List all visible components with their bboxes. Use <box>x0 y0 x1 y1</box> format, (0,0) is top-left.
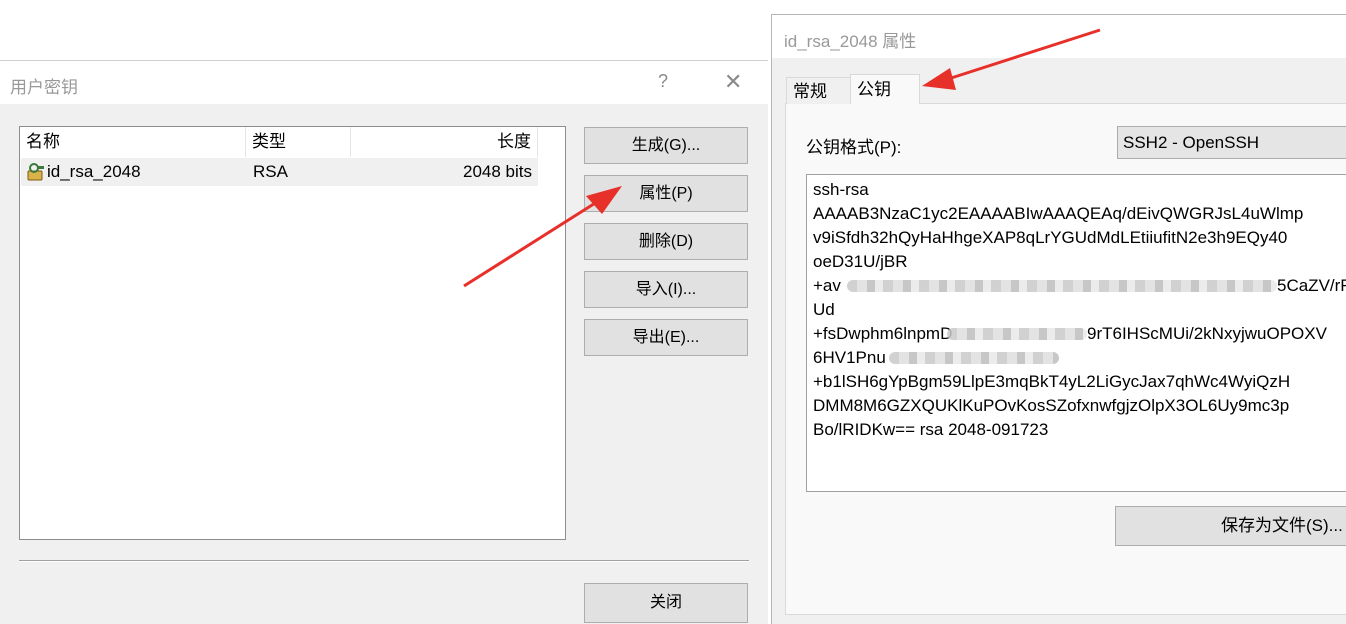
title-bar: id_rsa_2048 属性 <box>772 15 1346 58</box>
properties-button[interactable]: 属性(P) <box>584 175 748 212</box>
format-select[interactable]: SSH2 - OpenSSH <box>1117 126 1346 159</box>
close-button[interactable]: 关闭 <box>584 583 748 623</box>
tab-public-key[interactable]: 公钥 <box>850 74 920 104</box>
divider <box>19 560 749 562</box>
title-bar: 用户密钥 ? ✕ <box>0 61 768 104</box>
key-length: 2048 bits <box>463 162 532 181</box>
column-length[interactable]: 长度 <box>351 127 538 157</box>
dialog-title: 用户密钥 <box>10 78 78 97</box>
public-key-textarea[interactable]: ssh-rsa AAAAB3NzaC1yc2EAAAABIwAAAQEAq/dE… <box>806 174 1346 492</box>
generate-button[interactable]: 生成(G)... <box>584 127 748 164</box>
key-line: 6HV1Pnu <box>813 348 886 367</box>
delete-button[interactable]: 删除(D) <box>584 223 748 260</box>
tab-general[interactable]: 常规 <box>786 77 852 104</box>
user-keys-dialog: 用户密钥 ? ✕ 名称 类型 长度 id_rsa_2048 RSA 2048 b… <box>0 60 768 624</box>
help-button[interactable]: ? <box>658 71 668 92</box>
key-line: Bo/lRIDKw== rsa 2048-091723 <box>813 420 1049 439</box>
key-line: AAAAB3NzaC1yc2EAAAABIwAAAQEAq/dEivQWGRJs… <box>813 204 1304 223</box>
key-type: RSA <box>253 162 288 181</box>
key-line-tail: 9rT6IHScMUi/2kNxyjwuOPOXV <box>1087 324 1327 343</box>
column-name[interactable]: 名称 <box>20 127 246 157</box>
key-properties-dialog: id_rsa_2048 属性 常规 公钥 公钥格式(P): SSH2 - Ope… <box>771 14 1346 624</box>
key-line: +b1lSH6gYpBgm59LlpE3mqBkT4yL2LiGycJax7qh… <box>813 372 1291 391</box>
key-list[interactable]: 名称 类型 长度 id_rsa_2048 RSA 2048 bits <box>19 126 566 540</box>
key-icon <box>27 163 44 181</box>
list-header: 名称 类型 长度 <box>20 127 538 157</box>
key-line: ssh-rsa <box>813 180 869 199</box>
redacted-region <box>847 280 1277 292</box>
export-button[interactable]: 导出(E)... <box>584 319 748 356</box>
key-line: +fsDwphm6lnpmD <box>813 324 953 343</box>
key-line: oeD31U/jBR <box>813 252 908 271</box>
column-type[interactable]: 类型 <box>246 127 351 157</box>
redacted-region <box>947 328 1087 340</box>
key-name: id_rsa_2048 <box>47 162 141 181</box>
key-line-tail: 5CaZV/rF <box>1277 276 1346 295</box>
list-item[interactable]: id_rsa_2048 RSA 2048 bits <box>21 158 538 186</box>
key-line: v9iSfdh32hQyHaHhgeXAP8qLrYGUdMdLEtiiufit… <box>813 228 1288 247</box>
import-button[interactable]: 导入(I)... <box>584 271 748 308</box>
key-line: +av <box>813 276 841 295</box>
save-to-file-button[interactable]: 保存为文件(S)... <box>1115 506 1346 546</box>
close-icon[interactable]: ✕ <box>724 69 742 95</box>
format-label: 公钥格式(P): <box>806 138 902 157</box>
key-line: DMM8M6GZXQUKlKuPOvKosSZofxnwfgjzOlpX3OL6… <box>813 396 1290 415</box>
dialog-title: id_rsa_2048 属性 <box>784 32 917 51</box>
key-line: Ud <box>813 300 835 319</box>
redacted-region <box>889 352 1059 364</box>
